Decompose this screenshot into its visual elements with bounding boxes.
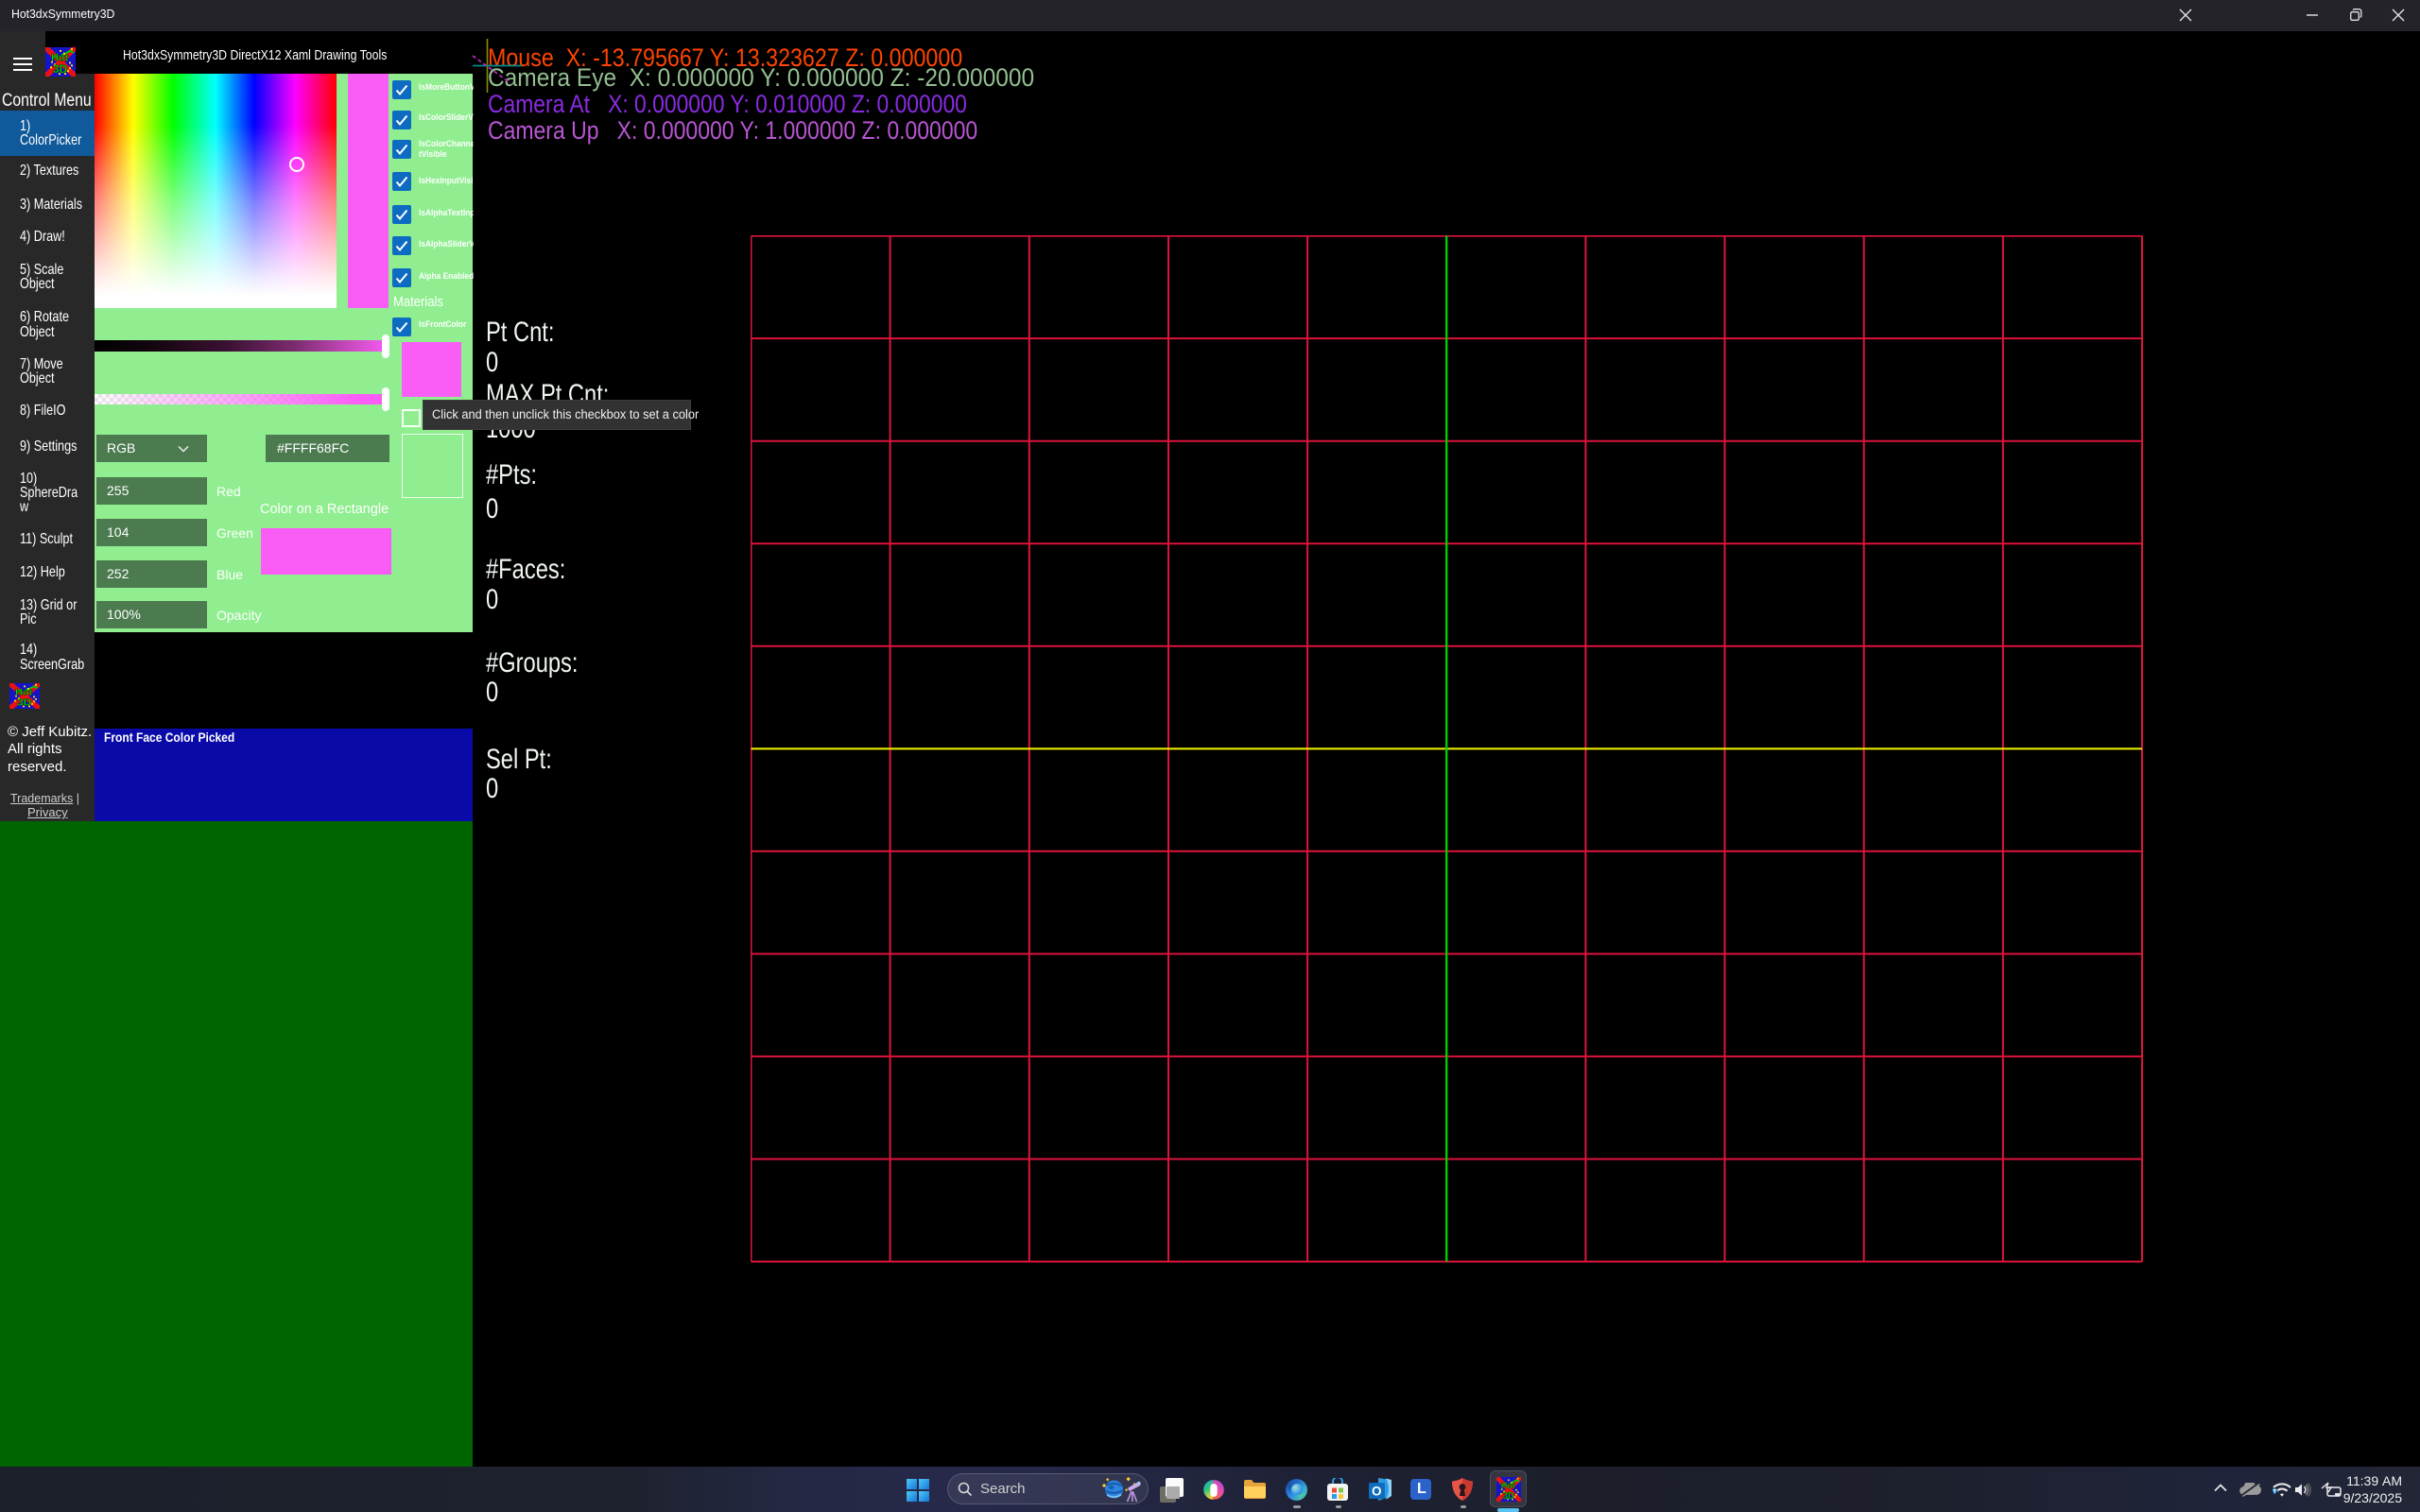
svg-text:O: O [1372, 1485, 1382, 1499]
